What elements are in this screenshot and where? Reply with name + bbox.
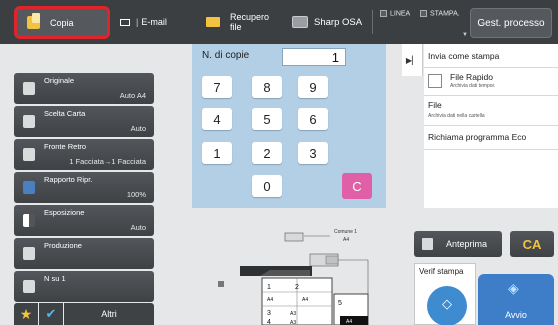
checkmark-icon: ✔ — [45, 306, 57, 321]
tray-1-size: A4 — [267, 297, 273, 303]
machine-illustration: Comune 1 A4 1 2 A4 A4 3 A3 4 A3 5 A4 — [218, 229, 369, 325]
key-8[interactable]: 8 — [252, 76, 282, 98]
tray-5-size: A4 — [346, 319, 352, 325]
tray-4-size: A3 — [290, 320, 296, 325]
proof-print-area: Verif stampa — [414, 263, 476, 325]
retrieve-file-button[interactable]: Recupero file — [206, 0, 269, 44]
tray-2-number: 2 — [295, 284, 299, 291]
key-0[interactable]: 0 — [252, 175, 282, 197]
key-2[interactable]: 2 — [252, 142, 282, 164]
tray-5-number: 5 — [338, 300, 342, 307]
zoom-icon — [23, 181, 35, 194]
copy-mode-button[interactable]: Copia — [14, 6, 110, 39]
check-settings-button[interactable]: ✔ — [39, 303, 63, 325]
dropdown-arrow-icon: ▼ — [462, 32, 468, 38]
preview-icon — [422, 238, 433, 250]
right-actions-panel: Invia come stampa File Rapido Archivia d… — [424, 44, 558, 208]
key-6[interactable]: 6 — [298, 108, 328, 130]
menu-n-up[interactable]: N su 1 — [14, 271, 154, 302]
start-diamond-icon: ◈ — [508, 280, 519, 296]
sharp-osa-button[interactable]: Sharp OSA — [292, 0, 362, 44]
job-status-button[interactable]: Gest. processo — [470, 8, 552, 38]
play-arrow-icon: ▶▏ — [405, 55, 419, 65]
exposure-icon — [23, 214, 35, 227]
osa-icon — [292, 16, 308, 28]
key-3[interactable]: 3 — [298, 142, 328, 164]
copies-display[interactable]: 1 — [282, 48, 346, 66]
key-5[interactable]: 5 — [252, 108, 282, 130]
copy-mode-label: Copia — [50, 17, 74, 28]
expand-panel-button[interactable]: ▶▏ — [402, 44, 423, 76]
email-mode-button[interactable]: | E-mail — [120, 0, 167, 44]
preview-label: Anteprima — [446, 239, 488, 249]
print-indicator — [420, 10, 427, 17]
file-item[interactable]: File Archivia dati nella cartella — [424, 96, 558, 126]
others-button[interactable]: Altri — [64, 303, 154, 325]
common-tray-label: Comune 1 — [334, 229, 357, 235]
original-icon — [23, 82, 35, 95]
clear-all-label: CA — [522, 236, 542, 252]
n-up-icon — [23, 280, 35, 293]
tray-1-number: 1 — [267, 284, 271, 291]
line-status: LINEA — [380, 10, 410, 17]
copies-title: N. di copie — [202, 50, 250, 61]
tray-2-size: A4 — [302, 297, 308, 303]
menu-original[interactable]: Originale Auto A4 — [14, 73, 154, 104]
key-4[interactable]: 4 — [202, 108, 232, 130]
output-icon — [23, 247, 35, 260]
tray-3-size: A3 — [290, 311, 296, 317]
key-1[interactable]: 1 — [202, 142, 232, 164]
line-indicator — [380, 10, 387, 17]
preview-button[interactable]: Anteprima — [414, 231, 502, 257]
duplex-icon — [23, 148, 35, 161]
folder-icon — [206, 17, 220, 27]
settings-menu: Originale Auto A4 Scelta Carta Auto Fron… — [14, 73, 154, 304]
tray-3-number: 3 — [267, 310, 271, 317]
copy-icon — [27, 13, 40, 29]
paper-icon — [23, 115, 35, 128]
menu-exposure[interactable]: Esposizione Auto — [14, 205, 154, 236]
clear-all-button[interactable]: CA — [510, 231, 554, 257]
envelope-icon — [120, 18, 130, 26]
menu-zoom[interactable]: Rapporto Ripr. 100% — [14, 172, 154, 203]
sharp-osa-label: Sharp OSA — [314, 16, 363, 28]
menu-duplex[interactable]: Fronte Retro 1 Facciata→1 Facciata — [14, 139, 154, 170]
recall-eco-program-item[interactable]: Richiama programma Eco — [424, 126, 558, 150]
side-tray — [218, 281, 224, 287]
start-label: Avvio — [505, 310, 527, 320]
menu-output[interactable]: Produzione — [14, 238, 154, 269]
others-label: Altri — [101, 309, 117, 319]
star-icon: ★ — [19, 305, 33, 322]
proof-print-label: Verif stampa — [419, 267, 464, 276]
print-status: STAMPA. — [420, 10, 460, 17]
document-feeder — [284, 232, 304, 242]
job-status-label: Gest. processo — [477, 17, 545, 29]
top-bar: Copia | E-mail Recupero file Sharp OSA L… — [0, 0, 558, 44]
email-mode-label: E-mail — [141, 17, 167, 27]
bottom-left-bar: ★ ✔ Altri — [14, 303, 154, 325]
start-button[interactable]: ◈ Avvio — [478, 274, 554, 325]
retrieve-file-label-2: file — [230, 22, 242, 32]
send-as-print-item[interactable]: Invia come stampa — [424, 44, 558, 68]
key-9[interactable]: 9 — [298, 76, 328, 98]
retrieve-file-label-1: Recupero — [230, 12, 270, 22]
common-tray-size: A4 — [343, 237, 349, 243]
copies-keypad: N. di copie 1 7 8 9 4 5 6 1 2 3 0 C — [192, 44, 386, 208]
key-7[interactable]: 7 — [202, 76, 232, 98]
proof-print-button[interactable] — [427, 286, 467, 325]
quick-file-checkbox[interactable] — [428, 74, 442, 88]
quick-file-item[interactable]: File Rapido Archivia dati tempor. — [424, 68, 558, 96]
menu-paper-select[interactable]: Scelta Carta Auto — [14, 106, 154, 137]
favorites-star-button[interactable]: ★ — [14, 303, 38, 325]
tray-4-number: 4 — [267, 319, 271, 325]
clear-key[interactable]: C — [342, 173, 372, 199]
divider — [372, 10, 373, 34]
